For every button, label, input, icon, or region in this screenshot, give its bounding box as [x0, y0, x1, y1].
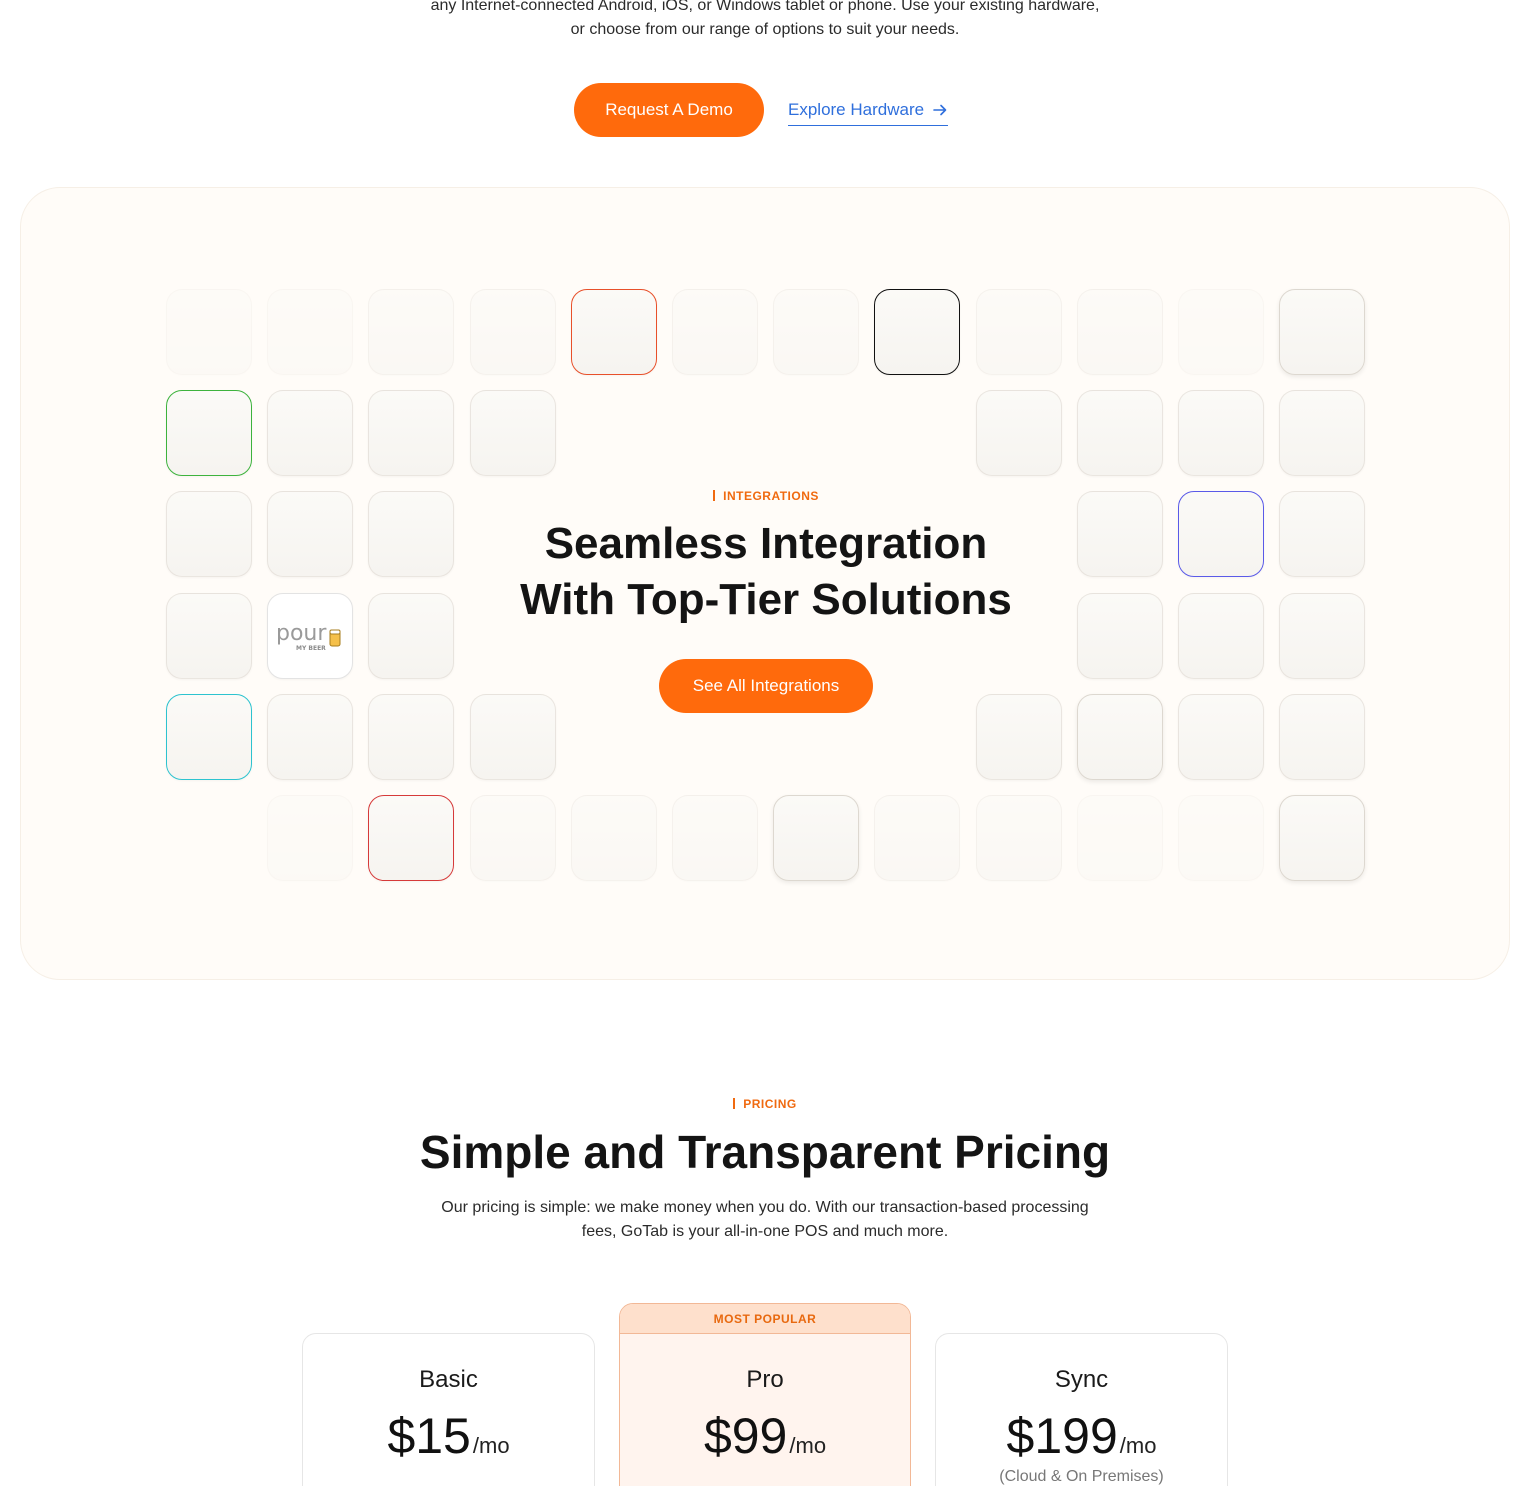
plan-price: $15 /mo [303, 1408, 594, 1464]
eyebrow-bar [713, 490, 716, 501]
integration-tile[interactable] [976, 289, 1062, 375]
integration-tile[interactable] [1178, 390, 1264, 476]
plan-body: Pro $99 /mo [620, 1334, 910, 1464]
most-popular-badge: MOST POPULAR [620, 1304, 910, 1334]
hero-description: any Internet-connected Android, iOS, or … [0, 0, 1530, 42]
arrow-right-icon [933, 104, 947, 115]
hero-description-line: or choose from our range of options to s… [570, 21, 960, 38]
integration-tile[interactable] [1077, 795, 1163, 881]
pricing-header: PRICING Simple and Transparent Pricing O… [0, 1096, 1530, 1244]
integration-tile[interactable] [976, 694, 1062, 780]
integration-tile[interactable] [166, 694, 252, 780]
integration-tile[interactable] [1279, 694, 1365, 780]
plan-price-amount: $199 [1006, 1408, 1118, 1464]
pricing-description-line: Our pricing is simple: we make money whe… [441, 1199, 1089, 1216]
integration-tile[interactable] [1279, 795, 1365, 881]
pricing-title: Simple and Transparent Pricing [419, 1126, 1111, 1178]
integration-tile[interactable] [1279, 289, 1365, 375]
plan-note: (Cloud & On Premises) [999, 1468, 1164, 1485]
integrations-eyebrow: INTEGRATIONS [713, 489, 819, 503]
integration-tile[interactable] [874, 795, 960, 881]
integration-tile[interactable] [773, 289, 859, 375]
integration-tile[interactable] [1077, 694, 1163, 780]
integration-tile[interactable] [773, 795, 859, 881]
integrations-section: pour MY BEER INTEGRATIONS Seamless Integr… [20, 187, 1510, 980]
integration-tile[interactable] [1178, 795, 1264, 881]
plan-price: $199 /mo [936, 1408, 1227, 1464]
integration-tile[interactable] [976, 390, 1062, 476]
integration-tile[interactable] [166, 289, 252, 375]
pricing-eyebrow: PRICING [733, 1097, 797, 1111]
integration-tile[interactable] [368, 795, 454, 881]
plan-price: $99 /mo [620, 1408, 910, 1464]
integration-tile[interactable] [976, 795, 1062, 881]
pricing-eyebrow-label: PRICING [743, 1096, 797, 1111]
integration-tile[interactable] [368, 289, 454, 375]
eyebrow-bar [733, 1098, 736, 1109]
integration-tile[interactable] [470, 795, 556, 881]
plan-name: Basic [419, 1366, 478, 1393]
integration-tile[interactable] [571, 795, 657, 881]
integration-tile[interactable] [267, 795, 353, 881]
integration-tile[interactable] [874, 289, 960, 375]
plan-price-period: /mo [472, 1433, 510, 1458]
integration-tile[interactable] [267, 390, 353, 476]
integration-tile[interactable] [267, 694, 353, 780]
integrations-header: INTEGRATIONS Seamless Integration With T… [21, 488, 1509, 628]
plan-price-period: /mo [789, 1433, 827, 1458]
integrations-title-line: With Top-Tier Solutions [520, 575, 1012, 624]
integration-tile[interactable] [1077, 390, 1163, 476]
plan-name: Pro [746, 1366, 784, 1393]
hero-description-line: any Internet-connected Android, iOS, or … [430, 0, 1100, 14]
integration-tile[interactable] [571, 289, 657, 375]
integration-tile[interactable] [672, 795, 758, 881]
hero-cta-row: Request A Demo Explore Hardware [0, 83, 1530, 137]
plan-card-basic[interactable]: Basic $15 /mo [302, 1333, 595, 1486]
pricing-description-line: fees, GoTab is your all-in-one POS and m… [581, 1223, 949, 1240]
integration-tile[interactable] [672, 289, 758, 375]
plan-card-pro[interactable]: MOST POPULAR Pro $99 /mo [619, 1303, 911, 1486]
integration-tile[interactable] [1279, 390, 1365, 476]
svg-text:MY BEER: MY BEER [296, 645, 326, 652]
request-demo-button[interactable]: Request A Demo [574, 83, 764, 137]
see-all-integrations-button[interactable]: See All Integrations [659, 659, 873, 713]
integrations-title: Seamless Integration With Top-Tier Solut… [21, 516, 1509, 628]
plan-price-amount: $15 [387, 1408, 471, 1464]
integration-tile[interactable] [1178, 289, 1264, 375]
integration-tile[interactable] [267, 289, 353, 375]
plan-card-sync[interactable]: Sync $199 /mo (Cloud & On Premises) [935, 1333, 1228, 1486]
explore-hardware-link[interactable]: Explore Hardware [788, 98, 949, 126]
plan-name: Sync [1054, 1366, 1109, 1393]
integration-tile[interactable] [368, 390, 454, 476]
integration-tile[interactable] [368, 694, 454, 780]
plan-price-period: /mo [1119, 1433, 1157, 1458]
integration-tile[interactable] [470, 289, 556, 375]
integration-tile[interactable] [1077, 289, 1163, 375]
integrations-eyebrow-label: INTEGRATIONS [723, 488, 819, 503]
integration-tile[interactable] [470, 390, 556, 476]
explore-hardware-label: Explore Hardware [788, 99, 925, 119]
plan-price-amount: $99 [703, 1408, 788, 1464]
integration-tile[interactable] [166, 390, 252, 476]
integrations-title-line: Seamless Integration [544, 519, 988, 568]
integration-tile[interactable] [1178, 694, 1264, 780]
integration-tile[interactable] [470, 694, 556, 780]
pricing-description: Our pricing is simple: we make money whe… [0, 1196, 1530, 1244]
